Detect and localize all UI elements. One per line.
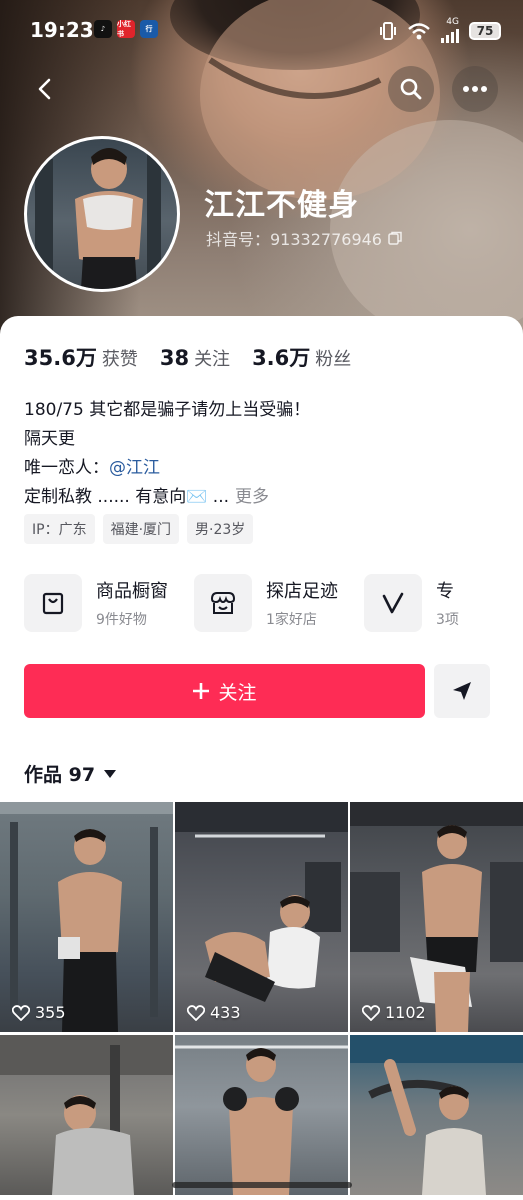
stat-following-value: 38 (159, 346, 190, 370)
more-options-button[interactable] (452, 66, 498, 112)
status-bar: 19:23 ♪ 小红书 行 4G 75 (0, 0, 523, 60)
avatar[interactable] (24, 136, 180, 292)
plus-icon (193, 683, 210, 699)
copy-icon[interactable] (388, 231, 402, 245)
bio-line: 隔天更 (24, 429, 75, 449)
video-like-count: 355 (12, 1003, 66, 1022)
douyin-id: 抖音号：91332776946 (206, 226, 402, 250)
video-thumbnail (350, 1035, 523, 1195)
like-count-text: 355 (35, 1003, 66, 1022)
signal-bars-icon (441, 27, 459, 43)
bio-line: 180/75 其它都是骗子请勿上当受骗！ (24, 400, 311, 420)
chevron-left-icon (38, 78, 51, 100)
video-like-count: 433 (187, 1003, 241, 1022)
bank-app-icon: 行 (140, 20, 158, 38)
heart-icon (187, 1004, 205, 1021)
stat-followers-value: 3.6万 (252, 346, 311, 370)
search-button[interactable] (388, 66, 434, 112)
bio-text: 唯一恋人： (24, 458, 109, 478)
status-time: 19:23 (30, 18, 94, 42)
back-button[interactable] (22, 66, 68, 112)
tag-ip-location: IP：广东 (24, 514, 95, 544)
shortcut-subtitle: 1家好店 (266, 612, 317, 628)
caret-down-icon (104, 769, 117, 778)
video-tile[interactable] (175, 1035, 348, 1195)
video-thumbnail (175, 802, 348, 1002)
video-thumbnail (350, 802, 523, 1032)
douyin-id-text: 抖音号：91332776946 (206, 230, 382, 249)
video-tile[interactable] (0, 1035, 173, 1195)
shortcut-title: 商品橱窗 (96, 581, 168, 602)
store-icon (194, 574, 252, 632)
tab-works[interactable]: 作品 97 (24, 760, 117, 787)
profile-nickname: 江江不健身 (204, 188, 359, 223)
stat-likes-value: 35.6万 (24, 346, 97, 370)
heart-icon (362, 1004, 380, 1021)
shortcut-store-visits[interactable]: 探店足迹 1家好店 (194, 574, 338, 632)
follow-button[interactable]: 关注 (24, 664, 425, 718)
video-thumbnail (175, 1045, 348, 1195)
status-indicators: 4G 75 (379, 18, 501, 43)
cellular-signal: 4G (441, 18, 459, 43)
shortcut-special[interactable]: 专 3项 (364, 574, 459, 632)
shopping-bag-icon (24, 574, 82, 632)
search-icon (400, 78, 422, 100)
profile-stats: 35.6万 获赞 38 关注 3.6万 粉丝 (24, 342, 351, 372)
bio-more-link[interactable]: 更多 (235, 487, 269, 507)
status-app-icons: ♪ 小红书 行 (94, 20, 158, 38)
stat-following[interactable]: 38 关注 (160, 345, 230, 371)
battery-icon: 75 (469, 21, 501, 40)
send-icon (453, 682, 471, 700)
stat-likes[interactable]: 35.6万 获赞 (24, 342, 138, 372)
network-type: 4G (446, 17, 459, 27)
follow-button-label: 关注 (218, 681, 257, 704)
video-tile[interactable] (350, 1035, 523, 1195)
video-like-count: 1102 (362, 1003, 426, 1022)
vibrate-icon (380, 21, 396, 40)
shortcut-product-window[interactable]: 商品橱窗 9件好物 (24, 574, 168, 632)
v-icon (364, 574, 422, 632)
stat-likes-label: 获赞 (101, 349, 138, 370)
video-thumbnail (0, 1035, 173, 1195)
shortcut-subtitle: 3项 (436, 612, 459, 628)
video-tile[interactable]: 355 (0, 802, 173, 1032)
shortcut-title: 探店足迹 (266, 581, 338, 602)
share-button[interactable] (434, 664, 490, 718)
video-grid: 355 433 1102 (0, 802, 523, 1195)
redbook-app-icon: 小红书 (117, 20, 135, 38)
mention-link[interactable]: @江江 (109, 458, 160, 478)
home-indicator[interactable] (172, 1182, 352, 1188)
video-thumbnail (0, 802, 173, 1032)
like-count-text: 1102 (385, 1003, 426, 1022)
more-dots-icon (463, 86, 487, 92)
shortcut-subtitle: 9件好物 (96, 612, 147, 628)
tiktok-app-icon: ♪ (94, 20, 112, 38)
bio-line: 唯一恋人：@江江 (24, 454, 310, 483)
profile-card: 35.6万 获赞 38 关注 3.6万 粉丝 180/75 其它都是骗子请勿上当受骗！… (0, 316, 523, 1200)
battery-level: 75 (476, 23, 494, 38)
heart-icon (12, 1004, 30, 1021)
stat-following-label: 关注 (194, 349, 231, 370)
stat-followers-label: 粉丝 (315, 349, 352, 370)
shortcut-title: 专 (436, 581, 454, 602)
stat-followers[interactable]: 3.6万 粉丝 (252, 342, 351, 372)
bio-text: 定制私教 ...... 有意向✉️ ... (24, 487, 230, 507)
like-count-text: 433 (210, 1003, 241, 1022)
wifi-icon (408, 22, 430, 39)
profile-bio: 180/75 其它都是骗子请勿上当受骗！ 隔天更 唯一恋人：@江江 定制私教 .… (24, 396, 310, 512)
bio-line: 定制私教 ...... 有意向✉️ ... 更多 (24, 483, 310, 512)
video-tile[interactable]: 1102 (350, 802, 523, 1032)
tag-gender-age: 男·23岁 (187, 514, 254, 544)
video-tile[interactable]: 433 (175, 802, 348, 1032)
profile-tags: IP：广东 福建·厦门 男·23岁 (24, 514, 254, 544)
tag-city[interactable]: 福建·厦门 (102, 514, 180, 544)
avatar-photo (35, 148, 161, 289)
works-tab-label: 作品 97 (24, 764, 96, 786)
profile-shortcuts: 商品橱窗 9件好物 探店足迹 1家好店 专 3项 (24, 574, 459, 632)
